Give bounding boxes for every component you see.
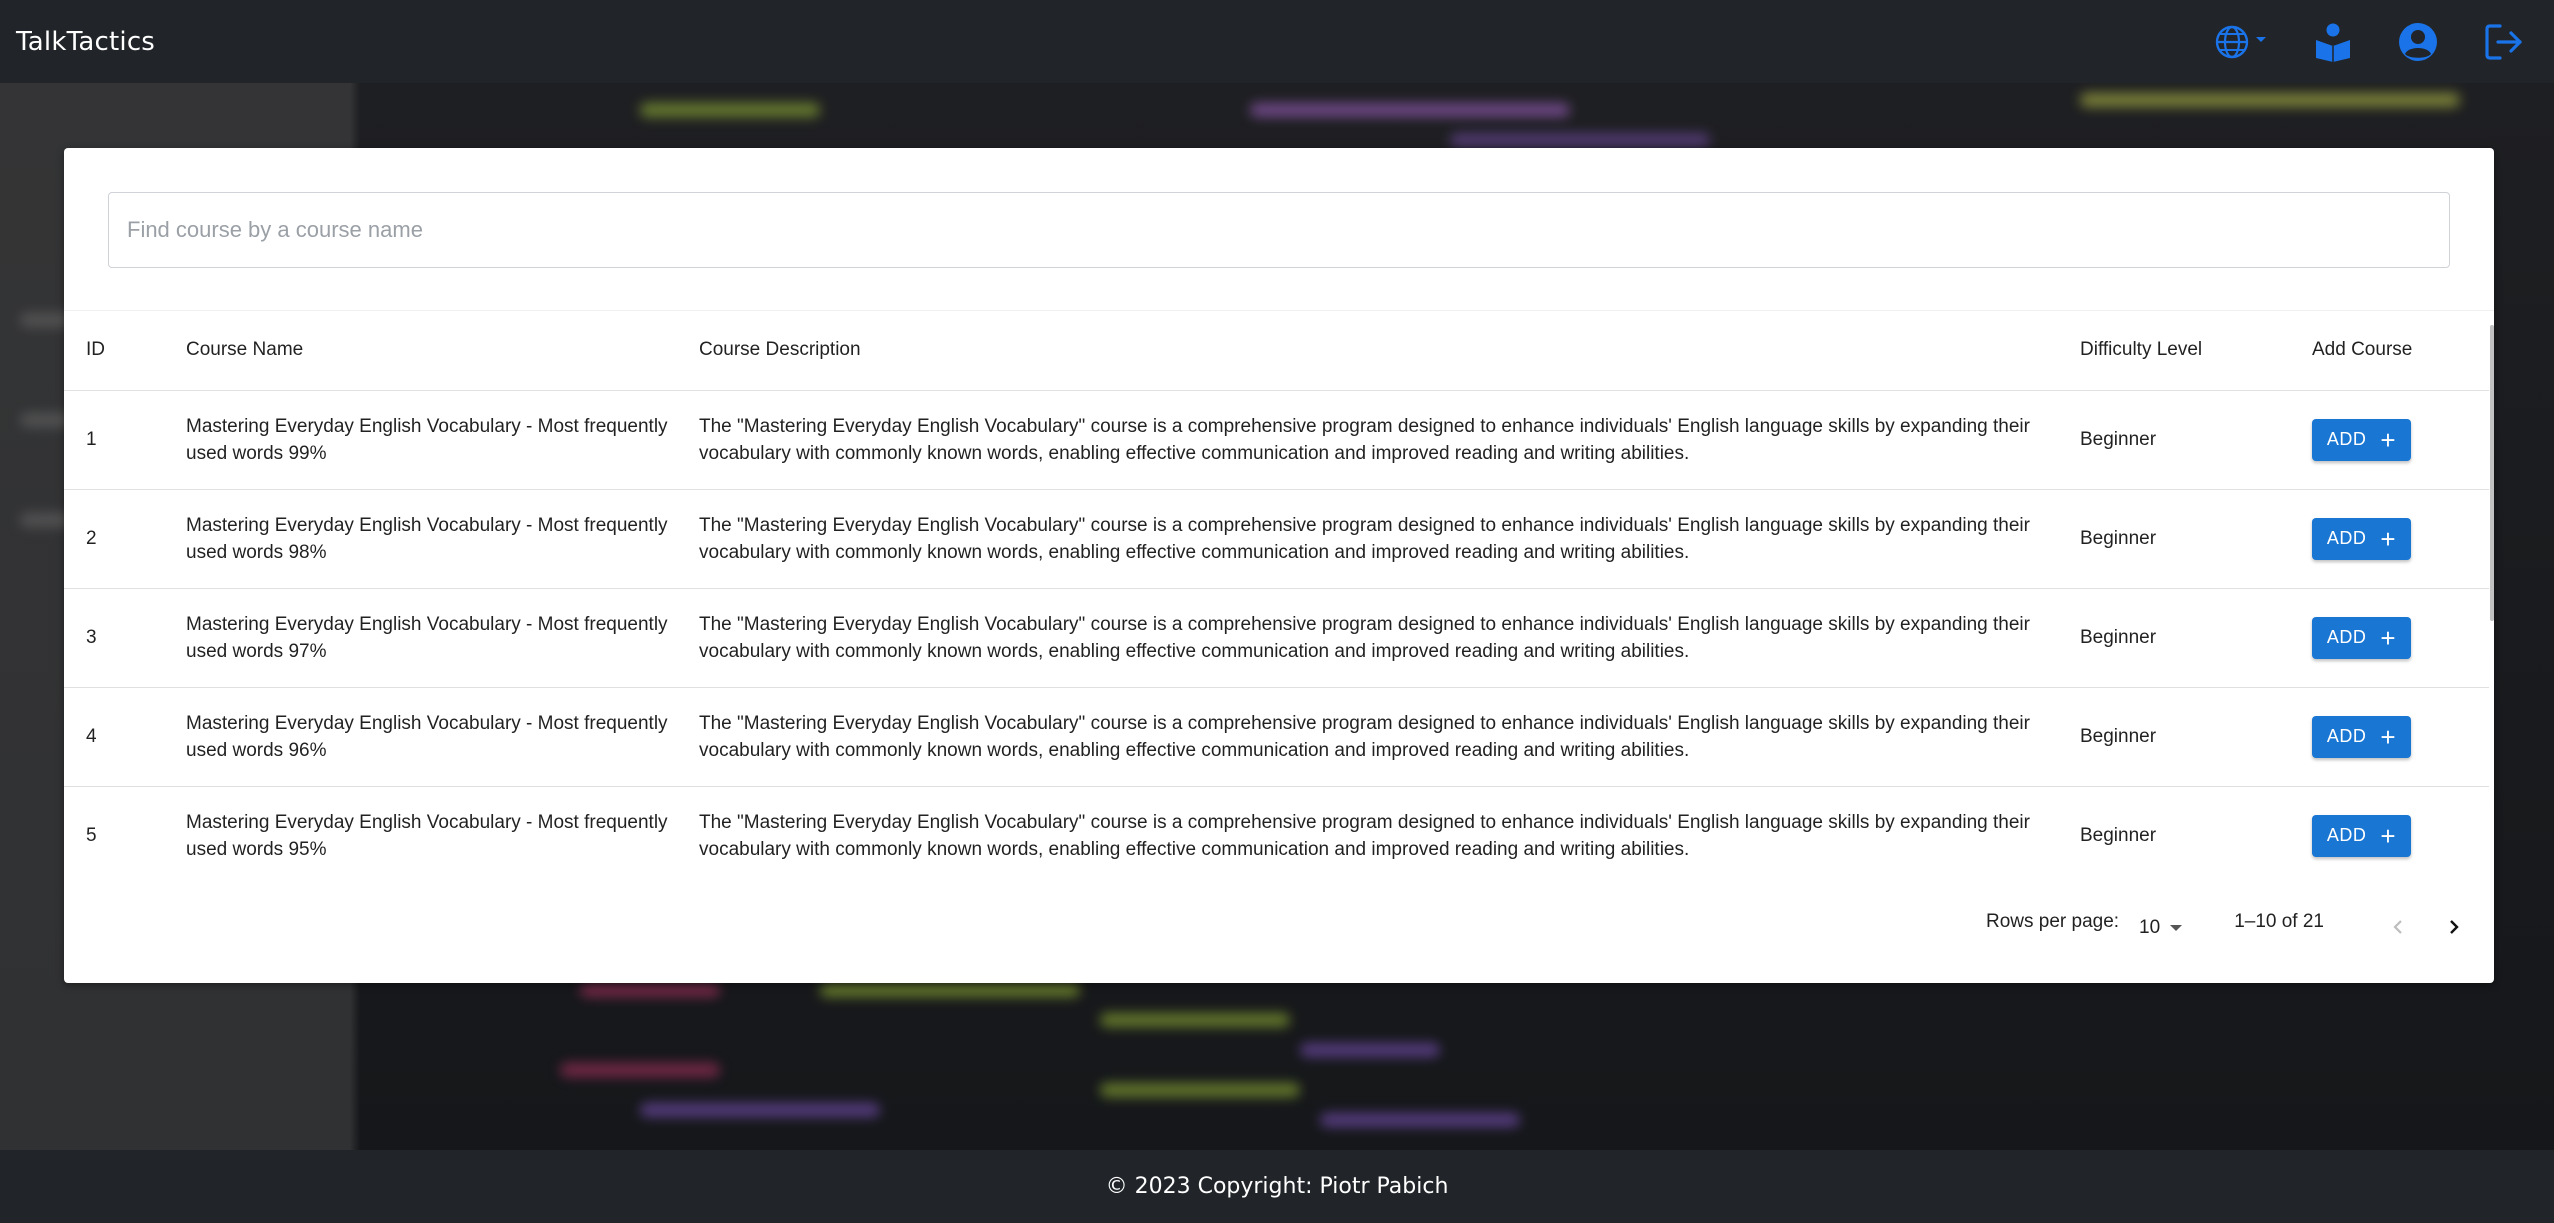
- courses-table: ID Course Name Course Description Diffic…: [64, 311, 2489, 870]
- cell-id: 3: [64, 588, 186, 688]
- cell-difficulty-level: Beginner: [2080, 786, 2312, 870]
- footer: © 2023 Copyright: Piotr Pabich: [0, 1150, 2554, 1223]
- copyright-text: © 2023 Copyright: Piotr Pabich: [1105, 1174, 1449, 1199]
- plus-icon: +: [2380, 424, 2397, 455]
- table-scrollbar[interactable]: [2490, 325, 2494, 621]
- add-course-button[interactable]: ADD +: [2312, 616, 2411, 659]
- header-add-course: Add Course: [2312, 311, 2489, 391]
- cell-course-name: Mastering Everyday English Vocabulary - …: [186, 786, 699, 870]
- plus-icon: +: [2380, 622, 2397, 653]
- header-id: ID: [64, 311, 186, 391]
- course-search-input[interactable]: [108, 192, 2450, 268]
- cell-difficulty-level: Beginner: [2080, 588, 2312, 688]
- table-header-row: ID Course Name Course Description Diffic…: [64, 311, 2489, 391]
- cell-add-course: ADD +: [2312, 786, 2489, 870]
- add-button-label: ADD: [2326, 627, 2367, 647]
- courses-table-container[interactable]: ID Course Name Course Description Diffic…: [64, 310, 2494, 870]
- cell-add-course: ADD +: [2312, 588, 2489, 688]
- cell-course-name: Mastering Everyday English Vocabulary - …: [186, 687, 699, 787]
- plus-icon: +: [2380, 523, 2397, 554]
- cell-id: 2: [64, 489, 186, 589]
- cell-add-course: ADD +: [2312, 489, 2489, 589]
- cell-course-description: The "Mastering Everyday English Vocabula…: [699, 588, 2080, 688]
- course-list-card: ID Course Name Course Description Diffic…: [64, 148, 2494, 983]
- rows-per-page-select[interactable]: 10: [2139, 916, 2183, 939]
- cell-id: 5: [64, 786, 186, 870]
- table-row: 3 Mastering Everyday English Vocabulary …: [64, 588, 2489, 688]
- header-course-description: Course Description: [699, 311, 2080, 391]
- table-row: 5 Mastering Everyday English Vocabulary …: [64, 786, 2489, 870]
- language-dropdown[interactable]: [2214, 22, 2268, 62]
- cell-course-name: Mastering Everyday English Vocabulary - …: [186, 390, 699, 490]
- plus-icon: +: [2380, 721, 2397, 752]
- table-row: 1 Mastering Everyday English Vocabulary …: [64, 390, 2489, 490]
- cell-course-description: The "Mastering Everyday English Vocabula…: [699, 687, 2080, 787]
- caret-down-icon: [2170, 924, 2183, 931]
- cell-difficulty-level: Beginner: [2080, 687, 2312, 787]
- globe-icon: [2215, 25, 2266, 58]
- add-course-button[interactable]: ADD +: [2312, 418, 2411, 461]
- add-course-button[interactable]: ADD +: [2312, 517, 2411, 560]
- logout-icon: [2485, 23, 2522, 60]
- chevron-right-icon: [2450, 919, 2459, 934]
- previous-page-button[interactable]: [2376, 905, 2420, 949]
- cell-id: 4: [64, 687, 186, 787]
- add-button-label: ADD: [2326, 825, 2367, 845]
- my-courses-button[interactable]: [2314, 22, 2352, 62]
- cell-course-description: The "Mastering Everyday English Vocabula…: [699, 786, 2080, 870]
- plus-icon: +: [2380, 820, 2397, 851]
- add-course-button[interactable]: ADD +: [2312, 715, 2411, 758]
- rows-per-page-label: Rows per page:: [1985, 910, 2120, 932]
- cell-difficulty-level: Beginner: [2080, 390, 2312, 490]
- add-course-button[interactable]: ADD +: [2312, 814, 2411, 857]
- next-page-button[interactable]: [2432, 905, 2476, 949]
- table-row: 2 Mastering Everyday English Vocabulary …: [64, 489, 2489, 589]
- cell-add-course: ADD +: [2312, 687, 2489, 787]
- add-button-label: ADD: [2326, 528, 2367, 548]
- user-circle-icon: [2399, 22, 2437, 61]
- book-reader-icon: [2316, 23, 2350, 62]
- cell-id: 1: [64, 390, 186, 490]
- navbar-actions: [2214, 22, 2524, 62]
- table-pagination: Rows per page: 10 1–10 of 21: [64, 870, 2494, 983]
- header-difficulty-level: Difficulty Level: [2080, 311, 2312, 391]
- cell-course-name: Mastering Everyday English Vocabulary - …: [186, 588, 699, 688]
- cell-course-description: The "Mastering Everyday English Vocabula…: [699, 390, 2080, 490]
- logout-button[interactable]: [2484, 22, 2524, 62]
- profile-button[interactable]: [2398, 22, 2438, 62]
- cell-difficulty-level: Beginner: [2080, 489, 2312, 589]
- pagination-range: 1–10 of 21: [2234, 910, 2324, 932]
- cell-course-description: The "Mastering Everyday English Vocabula…: [699, 489, 2080, 589]
- header-course-name: Course Name: [186, 311, 699, 391]
- chevron-left-icon: [2393, 919, 2402, 934]
- brand-title[interactable]: TalkTactics: [16, 27, 155, 57]
- rows-per-page-value: 10: [2139, 916, 2161, 938]
- navbar: TalkTactics: [0, 0, 2554, 83]
- table-row: 4 Mastering Everyday English Vocabulary …: [64, 687, 2489, 787]
- cell-course-name: Mastering Everyday English Vocabulary - …: [186, 489, 699, 589]
- cell-add-course: ADD +: [2312, 390, 2489, 490]
- add-button-label: ADD: [2326, 726, 2367, 746]
- search-container: [108, 192, 2450, 268]
- add-button-label: ADD: [2326, 429, 2367, 449]
